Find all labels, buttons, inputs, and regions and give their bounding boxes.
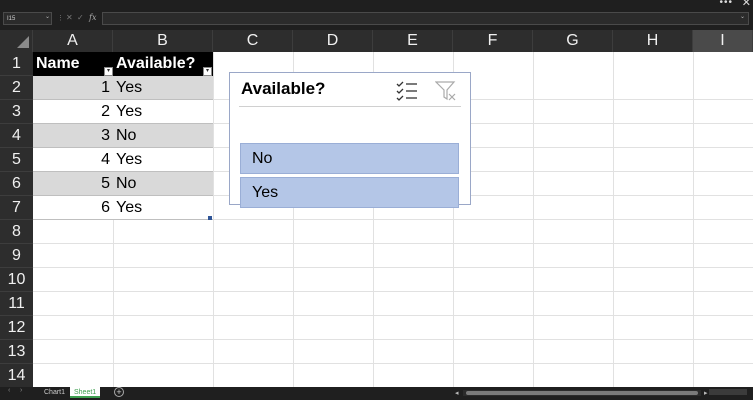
column-header-d[interactable]: D: [293, 30, 373, 52]
sheet-tab-sheet1[interactable]: Sheet1: [70, 387, 101, 398]
row-header-4[interactable]: 4: [0, 124, 33, 148]
more-options-icon[interactable]: •••: [719, 0, 733, 8]
slicer-title: Available?: [241, 79, 326, 98]
row-header-10[interactable]: 10: [0, 268, 33, 292]
scroll-tabs-right-icon[interactable]: ›: [20, 387, 22, 394]
gridline: [33, 291, 753, 292]
scrollbar-corner: [709, 389, 747, 395]
scroll-left-icon[interactable]: ◂: [455, 389, 459, 397]
slicer-divider: [239, 106, 461, 107]
table-cell-available[interactable]: Yes: [113, 100, 213, 124]
table-cell-name[interactable]: 1: [33, 76, 113, 100]
slicer-item-no[interactable]: No: [240, 143, 459, 174]
table-cell-name[interactable]: 4: [33, 148, 113, 172]
table-cell-name[interactable]: 5: [33, 172, 113, 196]
insert-function-icon[interactable]: fx: [89, 13, 96, 22]
select-all-corner[interactable]: [0, 30, 33, 52]
gridline: [33, 363, 753, 364]
close-icon[interactable]: ✕: [742, 0, 751, 9]
gridline: [33, 339, 753, 340]
chevron-down-icon[interactable]: ⌄: [45, 13, 50, 20]
table-cell-available[interactable]: Yes: [113, 148, 213, 172]
multi-select-icon[interactable]: [396, 81, 418, 101]
row-header-8[interactable]: 8: [0, 220, 33, 244]
row-header-9[interactable]: 9: [0, 244, 33, 268]
enter-icon[interactable]: ✓: [77, 13, 84, 22]
horizontal-scrollbar-thumb[interactable]: [466, 391, 698, 395]
column-header-c[interactable]: C: [213, 30, 293, 52]
table-cell-available[interactable]: Yes: [113, 76, 213, 100]
slicer-panel[interactable]: Available? No Yes: [229, 72, 471, 208]
slicer-item-yes[interactable]: Yes: [240, 177, 459, 208]
scroll-tabs-left-icon[interactable]: ‹: [8, 387, 10, 394]
filter-dropdown-icon[interactable]: ▾: [104, 67, 113, 76]
row-header-5[interactable]: 5: [0, 148, 33, 172]
row-header-2[interactable]: 2: [0, 76, 33, 100]
scroll-right-icon[interactable]: ▸: [704, 389, 708, 397]
row-header-13[interactable]: 13: [0, 340, 33, 364]
expand-formula-icon[interactable]: ⌄: [740, 13, 745, 20]
row-header-3[interactable]: 3: [0, 100, 33, 124]
table-cell-name[interactable]: 6: [33, 196, 113, 220]
title-bar: [0, 0, 753, 10]
formula-input[interactable]: [102, 12, 749, 25]
add-sheet-icon[interactable]: +: [114, 387, 124, 397]
column-header-g[interactable]: G: [533, 30, 613, 52]
select-all-icon: [17, 36, 29, 48]
row-header-6[interactable]: 6: [0, 172, 33, 196]
table-cell-available[interactable]: No: [113, 124, 213, 148]
row-header-11[interactable]: 11: [0, 292, 33, 316]
row-header-14[interactable]: 14: [0, 364, 33, 387]
table-cell-name[interactable]: 2: [33, 100, 113, 124]
gridline: [33, 243, 753, 244]
row-header-7[interactable]: 7: [0, 196, 33, 220]
cancel-icon[interactable]: ✕: [66, 13, 73, 22]
table-cell-name[interactable]: 3: [33, 124, 113, 148]
table-header-name[interactable]: Name: [33, 52, 113, 76]
column-header-h[interactable]: H: [613, 30, 693, 52]
column-header-i[interactable]: I: [693, 30, 753, 52]
table-cell-available[interactable]: No: [113, 172, 213, 196]
gridline: [33, 267, 753, 268]
table-cell-available[interactable]: Yes: [113, 196, 213, 220]
clear-filter-icon[interactable]: [435, 80, 457, 102]
column-header-e[interactable]: E: [373, 30, 453, 52]
formula-separator-icon: ⋮: [57, 15, 64, 22]
row-header-1[interactable]: 1: [0, 52, 33, 76]
row-header-12[interactable]: 12: [0, 316, 33, 340]
table-resize-handle[interactable]: [208, 216, 212, 220]
sheet-tab-chart1[interactable]: Chart1: [40, 387, 69, 398]
filter-dropdown-icon[interactable]: ▾: [203, 67, 212, 76]
column-header-f[interactable]: F: [453, 30, 533, 52]
gridline: [33, 315, 753, 316]
column-header-a[interactable]: A: [33, 30, 113, 52]
column-header-b[interactable]: B: [113, 30, 213, 52]
table-header-available[interactable]: Available?: [113, 52, 213, 76]
worksheet-grid[interactable]: A B C D E F G H I 1 2 3 4 5 6 7 8 9 10 1…: [0, 30, 753, 387]
